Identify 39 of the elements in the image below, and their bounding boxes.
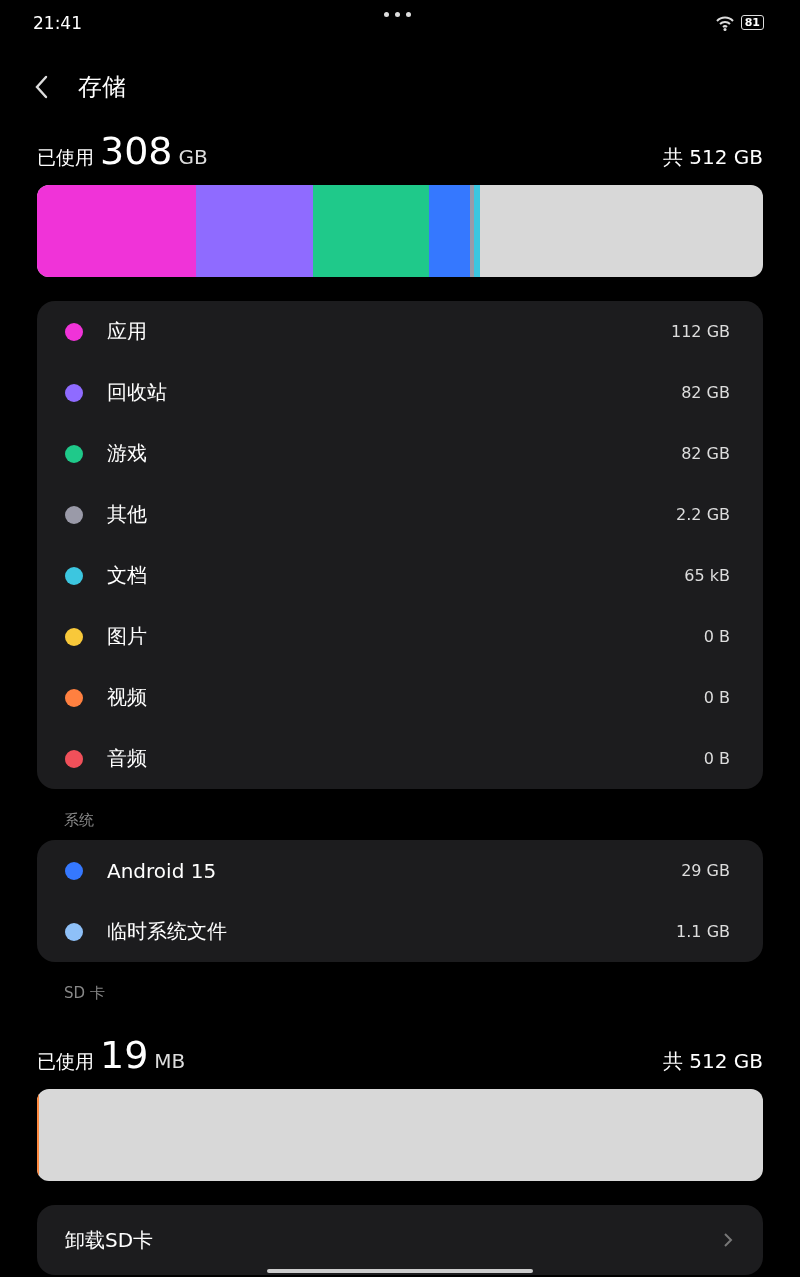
section-heading: SD 卡	[63, 983, 106, 1003]
category-size: 65 kB	[684, 566, 730, 585]
section-heading: 系统	[63, 810, 95, 830]
chevron-right-icon	[723, 1232, 733, 1248]
category-name: 游戏	[107, 440, 148, 467]
used-value: 308	[100, 129, 173, 173]
wifi-icon	[714, 14, 735, 31]
category-size: 29 GB	[681, 861, 730, 880]
status-time: 21:41	[33, 12, 82, 33]
used-label: 已使用	[37, 1049, 94, 1074]
category-size: 0 B	[703, 749, 730, 768]
category-size: 2.2 GB	[676, 505, 730, 524]
back-icon[interactable]	[34, 75, 48, 99]
total-capacity: 共 512 GB	[662, 1048, 763, 1075]
category-name: 文档	[107, 562, 148, 589]
category-size: 1.1 GB	[676, 922, 730, 941]
unmount-sd-row[interactable]: 卸载SD卡	[37, 1205, 763, 1275]
category-name: 图片	[107, 623, 148, 650]
more-dots-icon[interactable]	[384, 12, 411, 17]
used-unit: MB	[154, 1049, 186, 1073]
category-name: 视频	[107, 684, 148, 711]
category-name: 回收站	[107, 379, 168, 406]
category-size: 0 B	[703, 688, 730, 707]
battery-level: 81	[740, 15, 764, 30]
category-name: 应用	[107, 318, 148, 345]
category-name: 音频	[107, 745, 148, 772]
unmount-sd-label: 卸载SD卡	[65, 1226, 154, 1254]
category-size: 112 GB	[671, 322, 730, 341]
category-size: 0 B	[703, 627, 730, 646]
category-name: Android 15	[107, 858, 218, 883]
used-unit: GB	[178, 145, 208, 169]
total-capacity: 共 512 GB	[662, 144, 763, 171]
category-size: 82 GB	[681, 383, 730, 402]
used-value: 19	[100, 1033, 149, 1077]
category-name: 其他	[107, 501, 148, 528]
category-name: 临时系统文件	[107, 918, 228, 945]
category-size: 82 GB	[681, 444, 730, 463]
page-title: 存储	[78, 72, 126, 103]
used-label: 已使用	[37, 145, 94, 170]
